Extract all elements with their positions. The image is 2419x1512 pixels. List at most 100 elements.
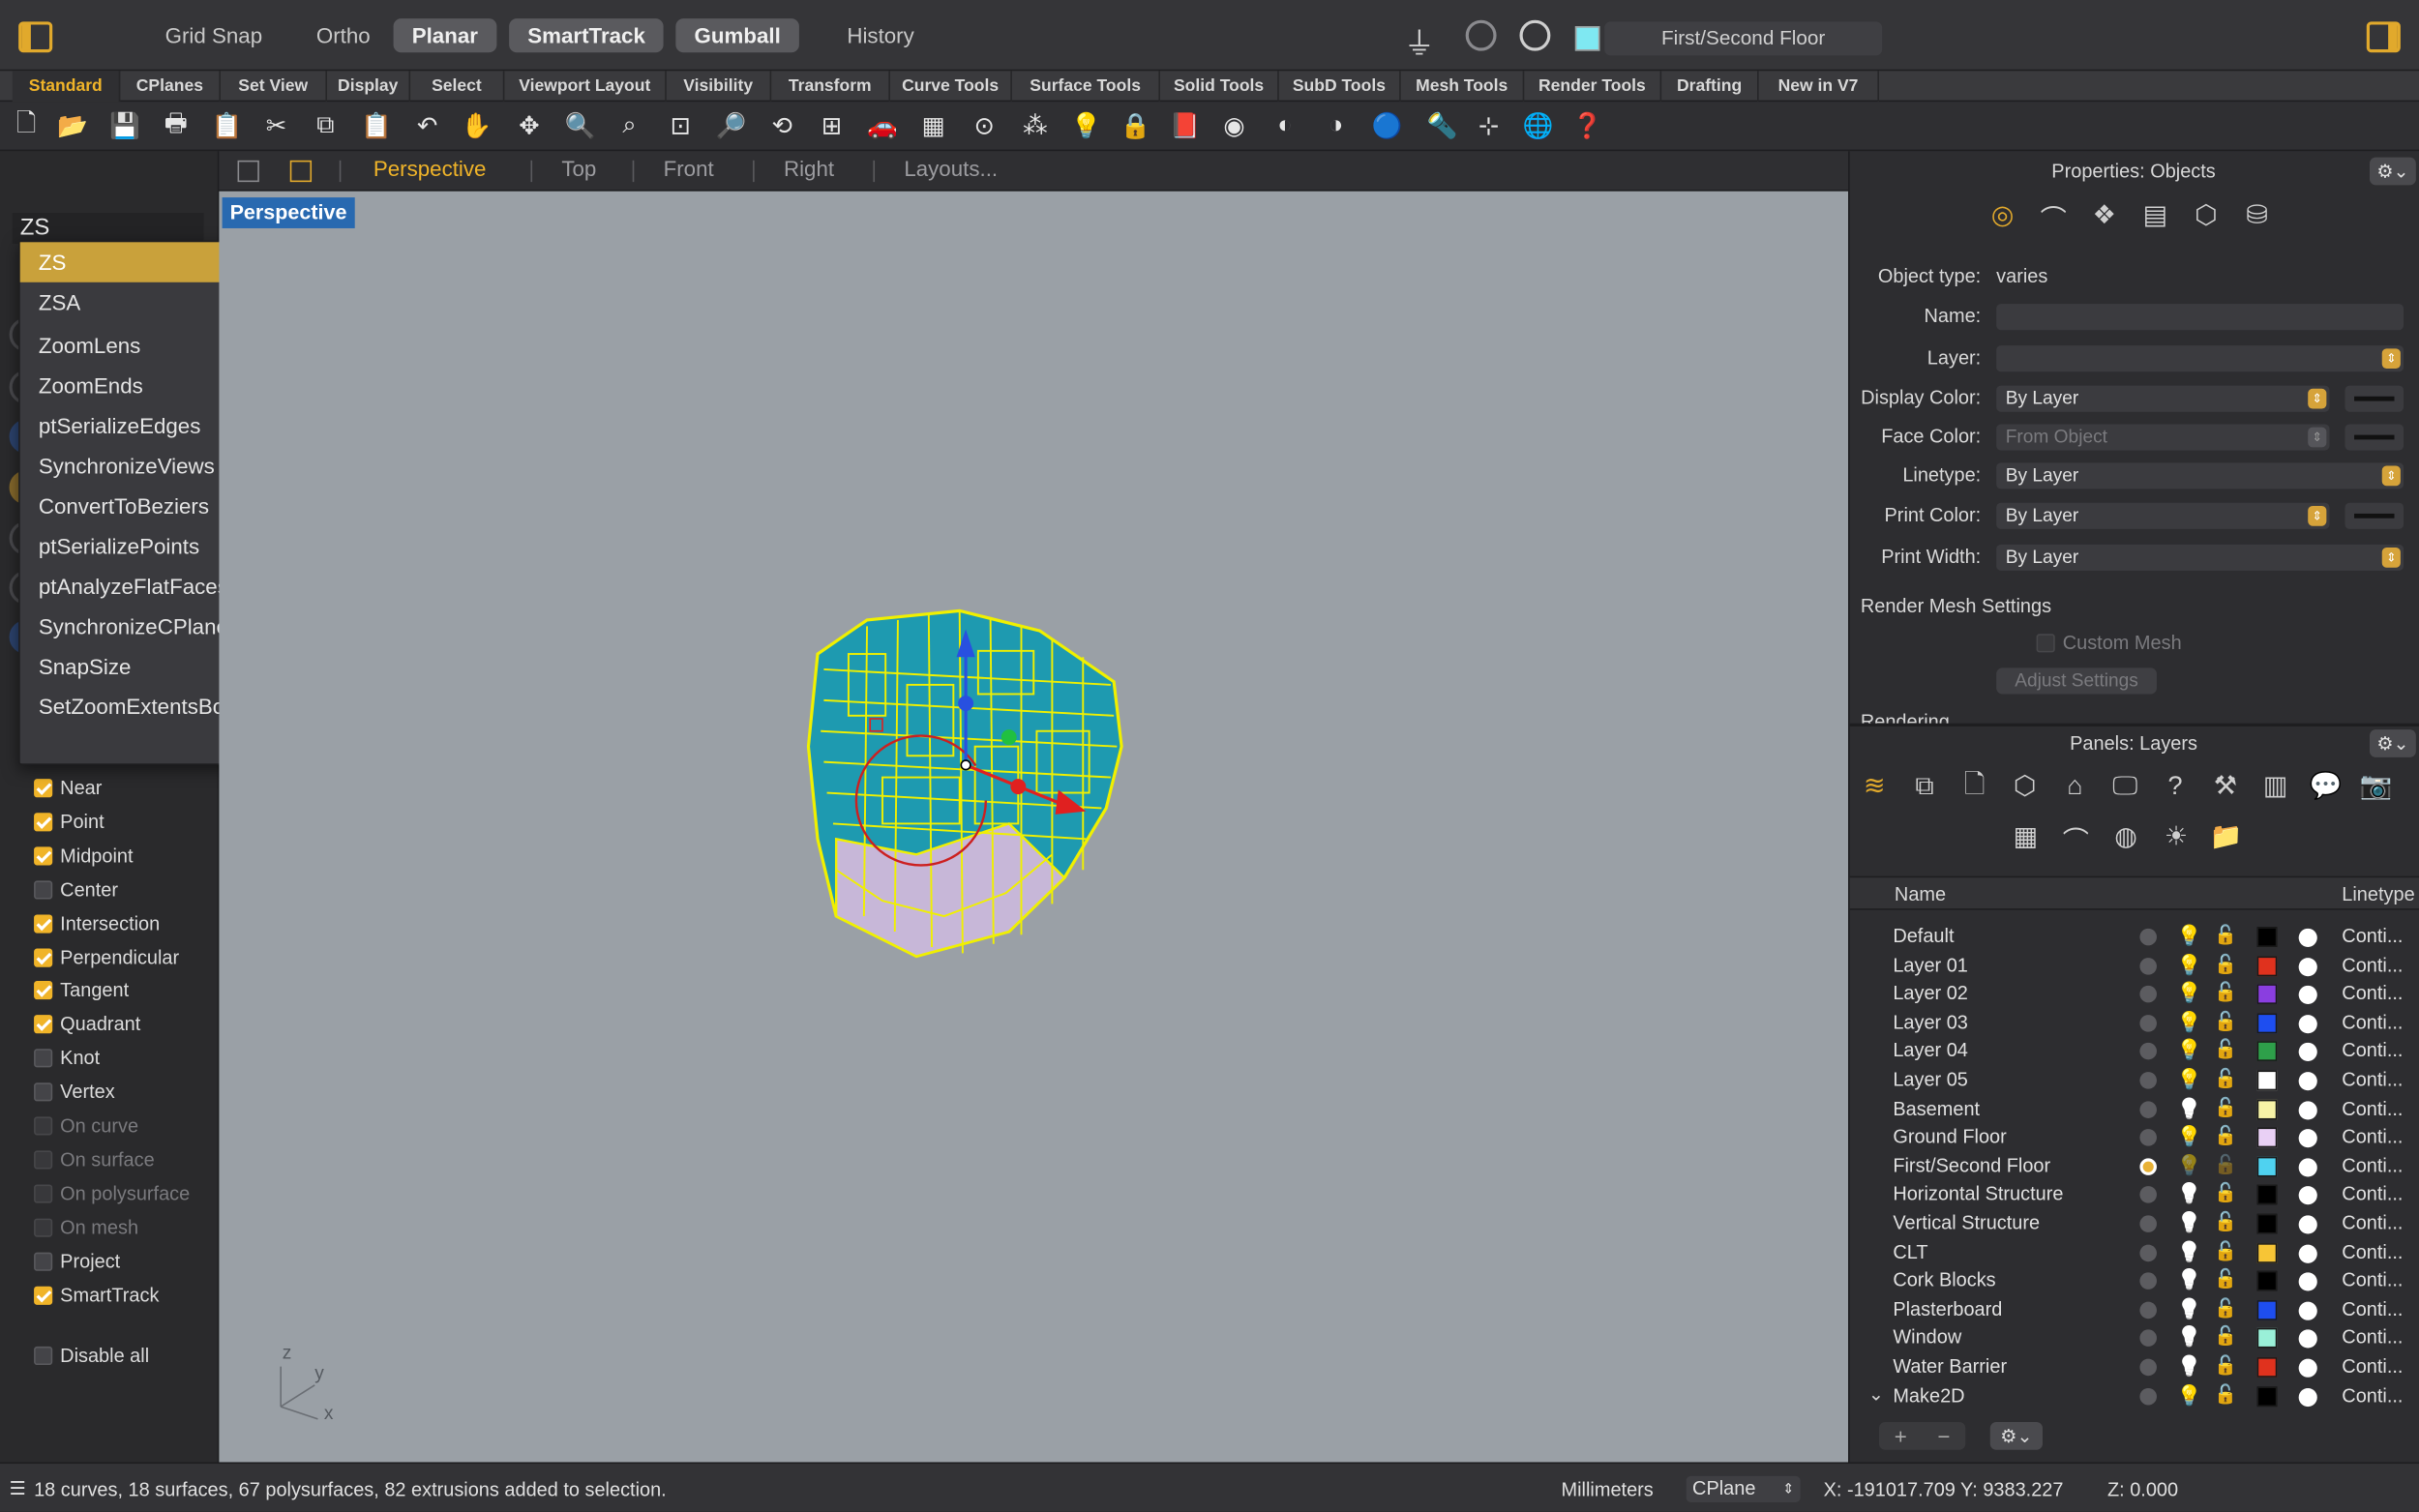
checkbox-icon[interactable] bbox=[34, 913, 53, 933]
layer-row-clt[interactable]: CLT 💡 🔓 Conti... bbox=[1850, 1238, 2419, 1267]
zoom-window-icon[interactable]: ⌕ bbox=[612, 109, 646, 143]
lock-icon[interactable]: 🔓 bbox=[2214, 1211, 2237, 1232]
layer-row-cork-blocks[interactable]: Cork Blocks 💡 🔓 Conti... bbox=[1850, 1266, 2419, 1295]
layer-color-swatch[interactable] bbox=[2256, 1328, 2278, 1349]
copy-icon[interactable]: ⧉ bbox=[309, 109, 343, 143]
light-bulb-icon[interactable]: 💡 bbox=[2177, 1039, 2202, 1064]
print-color-icon[interactable] bbox=[2298, 928, 2317, 947]
tab-curve-tools[interactable]: Curve Tools bbox=[890, 71, 1012, 103]
checkbox-icon[interactable] bbox=[34, 1252, 53, 1271]
print-color-icon[interactable] bbox=[2298, 1072, 2317, 1091]
tab-viewport-layout[interactable]: Viewport Layout bbox=[504, 71, 667, 103]
layer-linetype[interactable]: Conti... bbox=[2342, 1184, 2403, 1205]
osnap-knot[interactable]: Knot bbox=[34, 1045, 100, 1073]
viewport-tab-top[interactable]: Top bbox=[561, 156, 596, 181]
layer-linetype[interactable]: Conti... bbox=[2342, 1212, 2403, 1233]
layer-row-window[interactable]: Window 💡 🔓 Conti... bbox=[1850, 1324, 2419, 1353]
units-label[interactable]: Millimeters bbox=[1562, 1479, 1654, 1500]
current-layer-radio[interactable] bbox=[2139, 1244, 2157, 1261]
lock-icon[interactable]: 🔓 bbox=[2214, 1039, 2237, 1060]
tools-icon[interactable]: ⚒ bbox=[2207, 768, 2244, 805]
minus-icon[interactable]: − bbox=[1937, 1424, 1950, 1449]
checkbox-icon[interactable] bbox=[34, 947, 53, 966]
print-color-icon[interactable] bbox=[2298, 1129, 2317, 1148]
current-layer-radio[interactable] bbox=[2139, 1358, 2157, 1377]
lock-icon[interactable]: 🔓 bbox=[2214, 1268, 2237, 1290]
print-color-icon[interactable] bbox=[2298, 1329, 2317, 1349]
tab-select[interactable]: Select bbox=[410, 71, 505, 103]
sections-icon[interactable]: ▥ bbox=[2257, 768, 2294, 805]
snap-target-icon[interactable] bbox=[1519, 19, 1551, 51]
toggle-smarttrack[interactable]: SmartTrack bbox=[509, 18, 665, 53]
layer-linetype[interactable]: Conti... bbox=[2342, 1012, 2403, 1033]
current-layer-radio[interactable] bbox=[2139, 1387, 2157, 1405]
checkbox-icon[interactable] bbox=[34, 1285, 53, 1305]
perspective-viewport[interactable]: z y x bbox=[219, 191, 1849, 1463]
layer-color-swatch[interactable] bbox=[2256, 1357, 2278, 1378]
checkbox-icon[interactable] bbox=[34, 1015, 53, 1034]
lock-icon[interactable]: 🔓 bbox=[2214, 1153, 2237, 1174]
viewport-layout-icon[interactable]: ⊞ bbox=[815, 109, 849, 143]
osnap-near[interactable]: Near bbox=[34, 774, 102, 802]
layer-row-make2d[interactable]: ⌄ Make2D 💡 🔓 Conti... bbox=[1850, 1381, 2419, 1410]
panel-divider[interactable] bbox=[1849, 723, 2419, 726]
named-views-icon[interactable]: ⌂ bbox=[2056, 768, 2093, 805]
render-icon[interactable]: 🔵 bbox=[1370, 109, 1404, 143]
tab-display[interactable]: Display bbox=[327, 71, 411, 103]
layer-row-water-barrier[interactable]: Water Barrier 💡 🔓 Conti... bbox=[1850, 1352, 2419, 1381]
light-bulb-icon[interactable]: 💡 bbox=[2177, 1239, 2202, 1264]
new-file-icon[interactable]: 🗋 bbox=[10, 109, 44, 143]
toggle-ortho[interactable]: Ortho bbox=[298, 18, 389, 52]
light-bulb-icon[interactable]: 💡 bbox=[2177, 1125, 2202, 1150]
command-input[interactable] bbox=[12, 213, 204, 244]
light-bulb-icon[interactable]: 💡 bbox=[2177, 1096, 2202, 1121]
layer-linetype[interactable]: Conti... bbox=[2342, 1298, 2403, 1319]
prop-field-name[interactable] bbox=[1996, 304, 2404, 331]
lock-icon[interactable]: 🔓 bbox=[2214, 1297, 2237, 1319]
current-layer-radio[interactable] bbox=[2139, 1129, 2157, 1146]
points-on-icon[interactable]: ⁂ bbox=[1018, 109, 1052, 143]
viewport-tab-front[interactable]: Front bbox=[664, 156, 714, 181]
prop-field-print-width[interactable]: By Layer ⇕ bbox=[1996, 544, 2404, 571]
osnap-center[interactable]: Center bbox=[34, 875, 118, 904]
texture-icon[interactable]: ❖ bbox=[2086, 197, 2123, 234]
lock-icon[interactable]: 🔓 bbox=[2214, 1354, 2237, 1376]
layer-linetype[interactable]: Conti... bbox=[2342, 926, 2403, 947]
tab-visibility[interactable]: Visibility bbox=[667, 71, 772, 103]
custom-mesh-checkbox[interactable]: Custom Mesh bbox=[2036, 633, 2182, 654]
print-color-icon[interactable] bbox=[2298, 1244, 2317, 1263]
tab-mesh-tools[interactable]: Mesh Tools bbox=[1401, 71, 1525, 103]
tab-transform[interactable]: Transform bbox=[771, 71, 890, 103]
print-color-icon[interactable] bbox=[2298, 1043, 2317, 1062]
light-bulb-icon[interactable]: 💡 bbox=[1069, 109, 1103, 143]
print-color-icon[interactable] bbox=[2298, 1301, 2317, 1320]
checkbox-icon[interactable] bbox=[34, 1049, 53, 1068]
current-layer-selector[interactable]: First/Second Floor bbox=[1604, 21, 1883, 56]
print-color-icon[interactable] bbox=[2298, 1215, 2317, 1234]
current-layer-radio[interactable] bbox=[2139, 1158, 2157, 1175]
lock-icon[interactable]: 🔓 bbox=[2214, 1325, 2237, 1347]
viewport-tab-perspective[interactable]: Perspective bbox=[373, 156, 487, 181]
current-layer-radio[interactable] bbox=[2139, 1329, 2157, 1348]
right-sidebar-toggle-icon[interactable] bbox=[2366, 21, 2401, 53]
layer-row-layer-04[interactable]: Layer 04 💡 🔓 Conti... bbox=[1850, 1037, 2419, 1066]
adjust-settings-button[interactable]: Adjust Settings bbox=[1996, 667, 2157, 695]
osnap-perpendicular[interactable]: Perpendicular bbox=[34, 943, 179, 971]
lock-icon[interactable]: 🔓 bbox=[2214, 1182, 2237, 1203]
grid-icon[interactable]: ▦ bbox=[916, 109, 950, 143]
layer-color-swatch[interactable] bbox=[2256, 984, 2278, 1005]
tab-render-tools[interactable]: Render Tools bbox=[1524, 71, 1662, 103]
light-bulb-icon[interactable]: 💡 bbox=[2177, 1383, 2202, 1408]
paste-icon[interactable]: 📋 bbox=[359, 109, 393, 143]
layer-color-swatch[interactable] bbox=[2256, 955, 2278, 976]
current-layer-radio[interactable] bbox=[2139, 957, 2157, 975]
document-icon[interactable]: 🗋 bbox=[1956, 768, 1993, 805]
checkbox-icon[interactable] bbox=[34, 1346, 53, 1366]
osnap-intersection[interactable]: Intersection bbox=[34, 909, 160, 937]
current-layer-radio[interactable] bbox=[2139, 986, 2157, 1003]
gumball-z-handle[interactable] bbox=[958, 696, 974, 712]
lock-icon[interactable]: 🔓 bbox=[2214, 1010, 2237, 1031]
layer-row-layer-03[interactable]: Layer 03 💡 🔓 Conti... bbox=[1850, 1008, 2419, 1037]
osnap-project[interactable]: Project bbox=[34, 1247, 120, 1275]
list-icon[interactable]: ☰ bbox=[10, 1477, 26, 1498]
